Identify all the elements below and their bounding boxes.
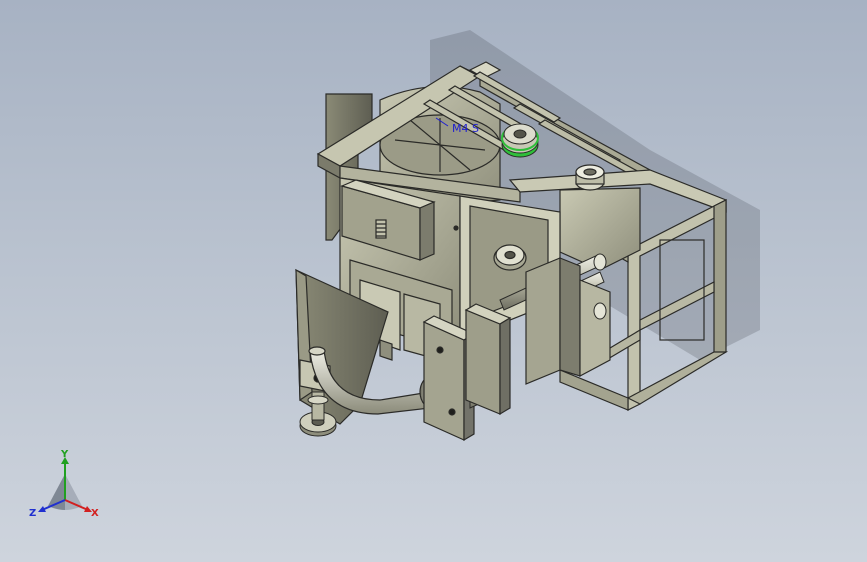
coordinate-triad: Y X Z — [29, 449, 99, 519]
drive-pulley[interactable] — [501, 123, 539, 158]
x-axis-label: X — [91, 508, 99, 519]
middle-flange[interactable] — [464, 303, 512, 416]
graphics-viewport[interactable]: M4 S Y X Z — [0, 0, 867, 562]
annotation-text: M4 S — [452, 122, 479, 135]
y-axis-label: Y — [60, 449, 69, 460]
assembly-model[interactable]: M4 S — [0, 0, 867, 562]
z-axis-label: Z — [29, 508, 36, 519]
